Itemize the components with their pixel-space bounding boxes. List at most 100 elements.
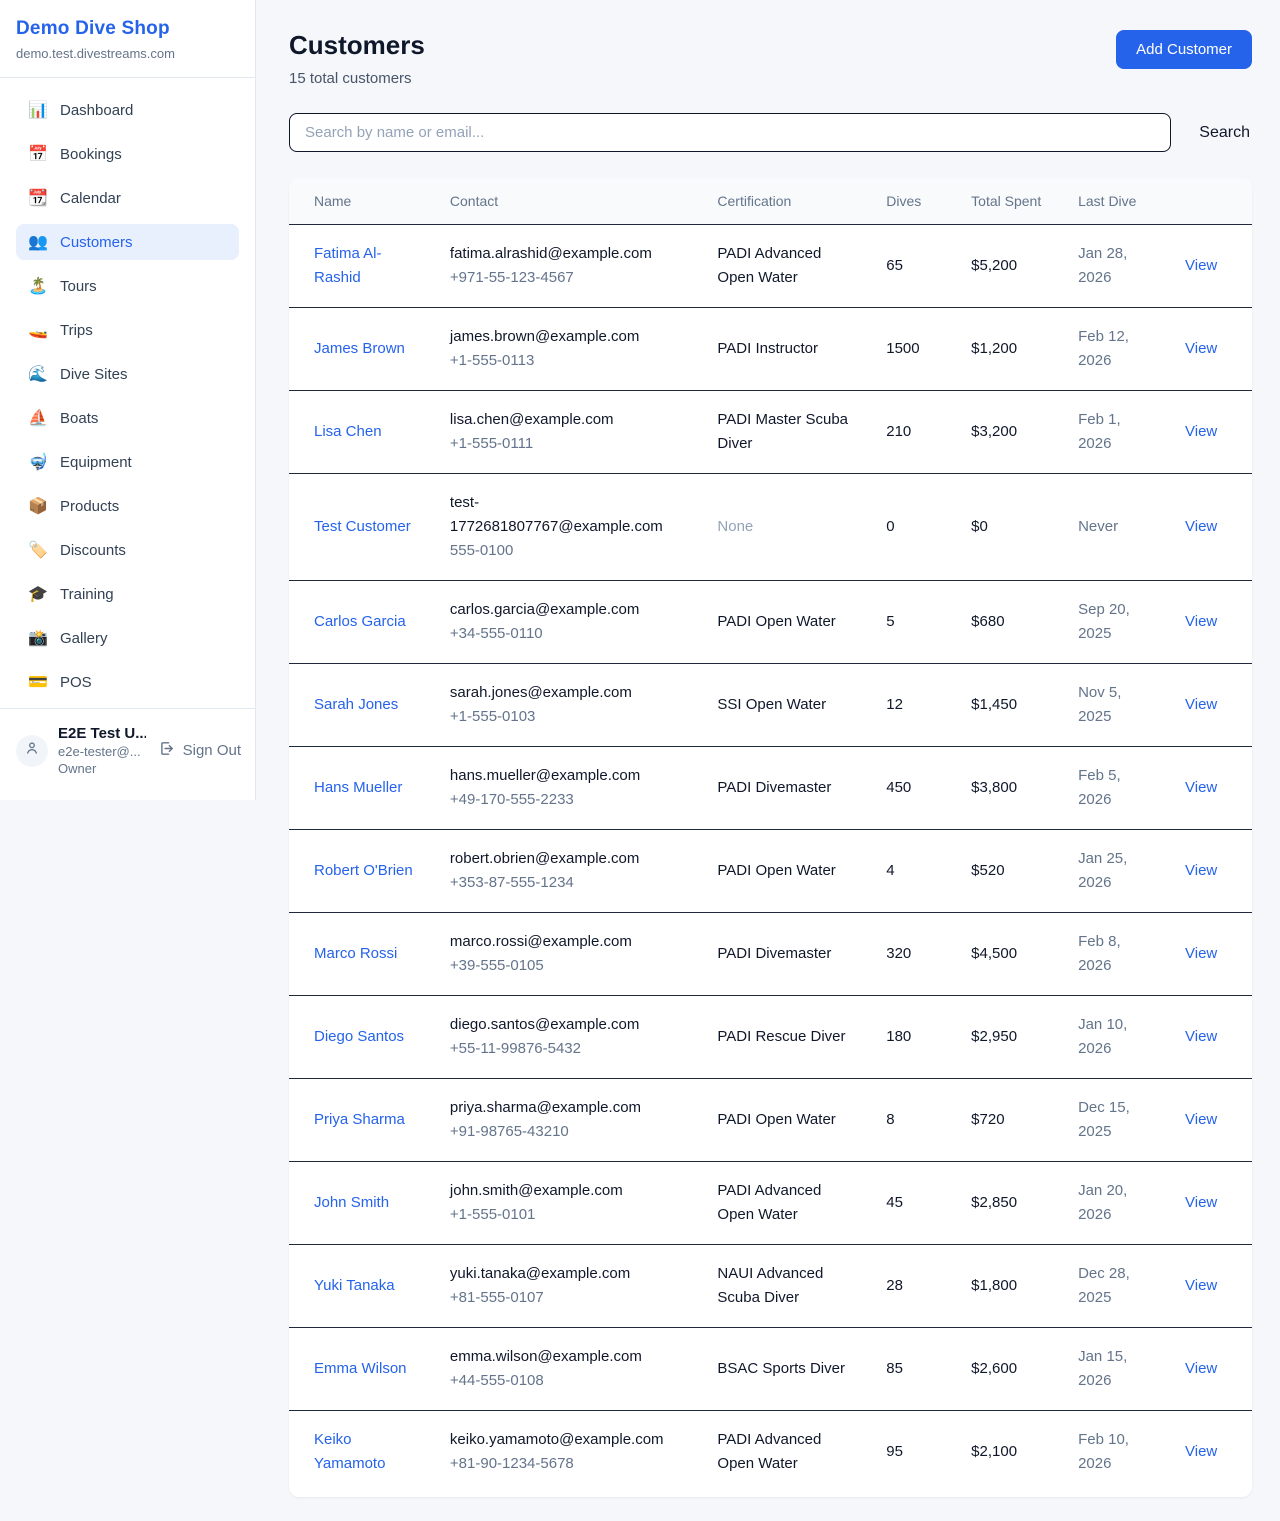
sidebar-item-products[interactable]: 📦 Products (16, 488, 239, 524)
app-layout: Demo Dive Shop demo.test.divestreams.com… (0, 0, 1280, 1521)
search-row: Search (289, 113, 1252, 152)
total-spent: $4,500 (971, 945, 1017, 962)
view-link[interactable]: View (1185, 340, 1217, 357)
table-row: John Smith john.smith@example.com +1-555… (289, 1162, 1252, 1245)
total-spent: $3,800 (971, 779, 1017, 796)
customer-email: sarah.jones@example.com (450, 681, 686, 705)
dashboard-icon: 📊 (28, 100, 48, 120)
dives-count: 0 (886, 518, 894, 535)
customer-phone: +39-555-0105 (450, 954, 686, 978)
total-spent: $5,200 (971, 257, 1017, 274)
customer-name-link[interactable]: Yuki Tanaka (314, 1277, 395, 1294)
customer-name-link[interactable]: James Brown (314, 340, 405, 357)
customer-phone: +49-170-555-2233 (450, 788, 686, 812)
customer-name-link[interactable]: Carlos Garcia (314, 613, 406, 630)
customer-phone: +81-90-1234-5678 (450, 1452, 686, 1476)
bookings-icon: 📅 (28, 144, 48, 164)
sidebar-item-gallery[interactable]: 📸 Gallery (16, 620, 239, 656)
sidebar-item-trips[interactable]: 🚤 Trips (16, 312, 239, 348)
customer-name-link[interactable]: Keiko Yamamoto (314, 1431, 385, 1472)
table-row: Priya Sharma priya.sharma@example.com +9… (289, 1079, 1252, 1162)
sidebar-item-boats[interactable]: ⛵ Boats (16, 400, 239, 436)
view-link[interactable]: View (1185, 945, 1217, 962)
sign-out-button[interactable]: Sign Out (158, 740, 241, 761)
view-link[interactable]: View (1185, 1277, 1217, 1294)
customer-name-link[interactable]: Sarah Jones (314, 696, 398, 713)
sidebar-item-bookings[interactable]: 📅 Bookings (16, 136, 239, 172)
customer-name-link[interactable]: Marco Rossi (314, 945, 397, 962)
view-link[interactable]: View (1185, 423, 1217, 440)
customer-phone: +1-555-0101 (450, 1203, 686, 1227)
customers-icon: 👥 (28, 232, 48, 252)
customer-email: emma.wilson@example.com (450, 1345, 686, 1369)
sidebar-item-pos[interactable]: 💳 POS (16, 664, 239, 700)
view-link[interactable]: View (1185, 779, 1217, 796)
customer-email: yuki.tanaka@example.com (450, 1262, 686, 1286)
equipment-icon: 🤿 (28, 452, 48, 472)
col-header-total-spent: Total Spent (955, 178, 1062, 225)
col-header-last-dive: Last Dive (1062, 178, 1169, 225)
dives-count: 28 (886, 1277, 903, 1294)
search-input[interactable] (289, 113, 1171, 152)
customer-name-link[interactable]: Emma Wilson (314, 1360, 407, 1377)
customer-name-link[interactable]: Priya Sharma (314, 1111, 405, 1128)
table-row: Fatima Al-Rashid fatima.alrashid@example… (289, 225, 1252, 308)
customer-name-link[interactable]: Fatima Al-Rashid (314, 245, 382, 286)
training-icon: 🎓 (28, 584, 48, 604)
view-link[interactable]: View (1185, 1028, 1217, 1045)
table-row: Keiko Yamamoto keiko.yamamoto@example.co… (289, 1411, 1252, 1494)
certification-value: PADI Open Water (717, 613, 835, 630)
sidebar-item-customers[interactable]: 👥 Customers (16, 224, 239, 260)
view-link[interactable]: View (1185, 257, 1217, 274)
col-header-certification: Certification (701, 178, 870, 225)
view-link[interactable]: View (1185, 1360, 1217, 1377)
total-spent: $0 (971, 518, 988, 535)
table-row: Yuki Tanaka yuki.tanaka@example.com +81-… (289, 1245, 1252, 1328)
customer-name-link[interactable]: Robert O'Brien (314, 862, 413, 879)
sidebar-item-dashboard[interactable]: 📊 Dashboard (16, 92, 239, 128)
customer-phone: +971-55-123-4567 (450, 266, 686, 290)
certification-value: PADI Advanced Open Water (717, 1182, 821, 1223)
view-link[interactable]: View (1185, 1443, 1217, 1460)
dives-count: 95 (886, 1443, 903, 1460)
search-button[interactable]: Search (1197, 118, 1252, 148)
view-link[interactable]: View (1185, 613, 1217, 630)
sidebar-item-calendar[interactable]: 📆 Calendar (16, 180, 239, 216)
add-customer-button[interactable]: Add Customer (1116, 30, 1252, 69)
customer-phone: +55-11-99876-5432 (450, 1037, 686, 1061)
table-row: Marco Rossi marco.rossi@example.com +39-… (289, 913, 1252, 996)
tours-icon: 🏝️ (28, 276, 48, 296)
certification-value: PADI Rescue Diver (717, 1028, 845, 1045)
customer-name-link[interactable]: Test Customer (314, 518, 411, 535)
customers-table: Name Contact Certification Dives Total S… (289, 178, 1252, 1493)
sidebar-item-dive-sites[interactable]: 🌊 Dive Sites (16, 356, 239, 392)
certification-value: None (717, 518, 753, 535)
view-link[interactable]: View (1185, 1111, 1217, 1128)
customer-name-link[interactable]: John Smith (314, 1194, 389, 1211)
view-link[interactable]: View (1185, 518, 1217, 535)
page-header: Customers 15 total customers Add Custome… (289, 30, 1252, 87)
gallery-icon: 📸 (28, 628, 48, 648)
last-dive-date: Dec 15, 2025 (1078, 1099, 1130, 1140)
dives-count: 5 (886, 613, 894, 630)
view-link[interactable]: View (1185, 1194, 1217, 1211)
certification-value: PADI Advanced Open Water (717, 245, 821, 286)
customer-name-link[interactable]: Hans Mueller (314, 779, 402, 796)
sidebar-header: Demo Dive Shop demo.test.divestreams.com (0, 0, 255, 78)
customer-email: diego.santos@example.com (450, 1013, 686, 1037)
customer-name-link[interactable]: Diego Santos (314, 1028, 404, 1045)
total-spent: $2,850 (971, 1194, 1017, 1211)
customer-phone: +91-98765-43210 (450, 1120, 686, 1144)
sidebar-item-equipment[interactable]: 🤿 Equipment (16, 444, 239, 480)
view-link[interactable]: View (1185, 862, 1217, 879)
shop-title: Demo Dive Shop (16, 18, 239, 40)
sidebar-item-discounts[interactable]: 🏷️ Discounts (16, 532, 239, 568)
sidebar-item-tours[interactable]: 🏝️ Tours (16, 268, 239, 304)
shop-domain: demo.test.divestreams.com (16, 46, 239, 61)
last-dive-date: Feb 8, 2026 (1078, 933, 1121, 974)
total-spent: $1,450 (971, 696, 1017, 713)
view-link[interactable]: View (1185, 696, 1217, 713)
customer-name-link[interactable]: Lisa Chen (314, 423, 382, 440)
sidebar-item-training[interactable]: 🎓 Training (16, 576, 239, 612)
col-header-dives: Dives (870, 178, 955, 225)
